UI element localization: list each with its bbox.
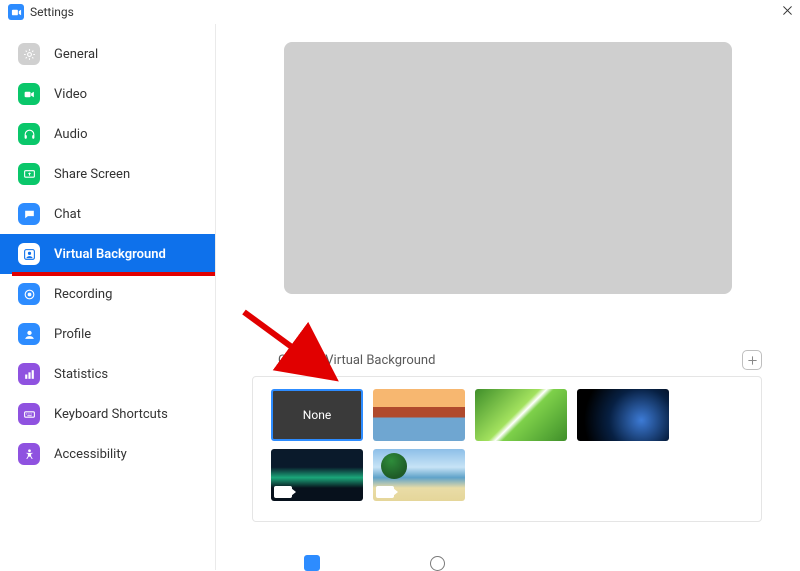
sidebar-item-statistics[interactable]: Statistics (0, 354, 215, 394)
sidebar-item-share-screen[interactable]: Share Screen (0, 154, 215, 194)
accessibility-icon (18, 443, 40, 465)
video-badge-icon (376, 486, 394, 498)
zoom-app-icon (8, 4, 24, 20)
chat-icon (18, 203, 40, 225)
sidebar-item-virtual-background[interactable]: Virtual Background (0, 234, 215, 274)
titlebar: Settings (0, 0, 800, 24)
headphones-icon (18, 123, 40, 145)
choose-bg-label: Choose Virtual Background (278, 353, 435, 368)
sidebar-item-label: Video (54, 87, 87, 102)
bg-thumb-none-label: None (303, 408, 331, 422)
bg-thumb-grass[interactable] (475, 389, 567, 441)
sidebar-item-label: Share Screen (54, 167, 130, 182)
sidebar-item-profile[interactable]: Profile (0, 314, 215, 354)
video-preview (284, 42, 732, 294)
profile-icon (18, 323, 40, 345)
bg-thumb-aurora[interactable] (271, 449, 363, 501)
sidebar-item-keyboard-shortcuts[interactable]: Keyboard Shortcuts (0, 394, 215, 434)
sidebar-item-label: Keyboard Shortcuts (54, 407, 168, 422)
bar-chart-icon (18, 363, 40, 385)
sidebar-item-general[interactable]: General (0, 34, 215, 74)
bg-thumb-none[interactable]: None (271, 389, 363, 441)
sidebar-item-label: Audio (54, 127, 87, 142)
gear-icon (18, 43, 40, 65)
radio-unchecked[interactable] (430, 556, 445, 571)
bg-thumb-earth[interactable] (577, 389, 669, 441)
bg-thumb-golden-gate[interactable] (373, 389, 465, 441)
record-icon (18, 283, 40, 305)
sidebar-item-video[interactable]: Video (0, 74, 215, 114)
sidebar-item-label: Virtual Background (54, 247, 166, 262)
sidebar-item-audio[interactable]: Audio (0, 114, 215, 154)
sidebar-item-label: General (54, 47, 98, 62)
video-icon (18, 83, 40, 105)
sidebar-item-label: Statistics (54, 367, 108, 382)
options-row-cutoff (250, 556, 766, 570)
add-background-button[interactable] (742, 350, 762, 370)
sidebar-item-chat[interactable]: Chat (0, 194, 215, 234)
checkbox-checked[interactable] (304, 555, 320, 571)
share-screen-icon (18, 163, 40, 185)
sidebar-item-accessibility[interactable]: Accessibility (0, 434, 215, 474)
active-underline (12, 272, 215, 276)
sidebar-item-label: Chat (54, 207, 81, 222)
main-panel: Choose Virtual Background None (216, 24, 800, 570)
sidebar-item-label: Profile (54, 327, 91, 342)
person-badge-icon (18, 243, 40, 265)
sidebar-item-recording[interactable]: Recording (0, 274, 215, 314)
video-badge-icon (274, 486, 292, 498)
sidebar-item-label: Accessibility (54, 447, 127, 462)
keyboard-icon (18, 403, 40, 425)
window-title: Settings (30, 5, 74, 19)
bg-thumb-beach[interactable] (373, 449, 465, 501)
sidebar-item-label: Recording (54, 287, 112, 302)
close-icon[interactable] (781, 4, 794, 20)
background-thumbnails: None (252, 376, 762, 522)
settings-sidebar: General Video Audio Share Screen Chat Vi… (0, 24, 216, 570)
